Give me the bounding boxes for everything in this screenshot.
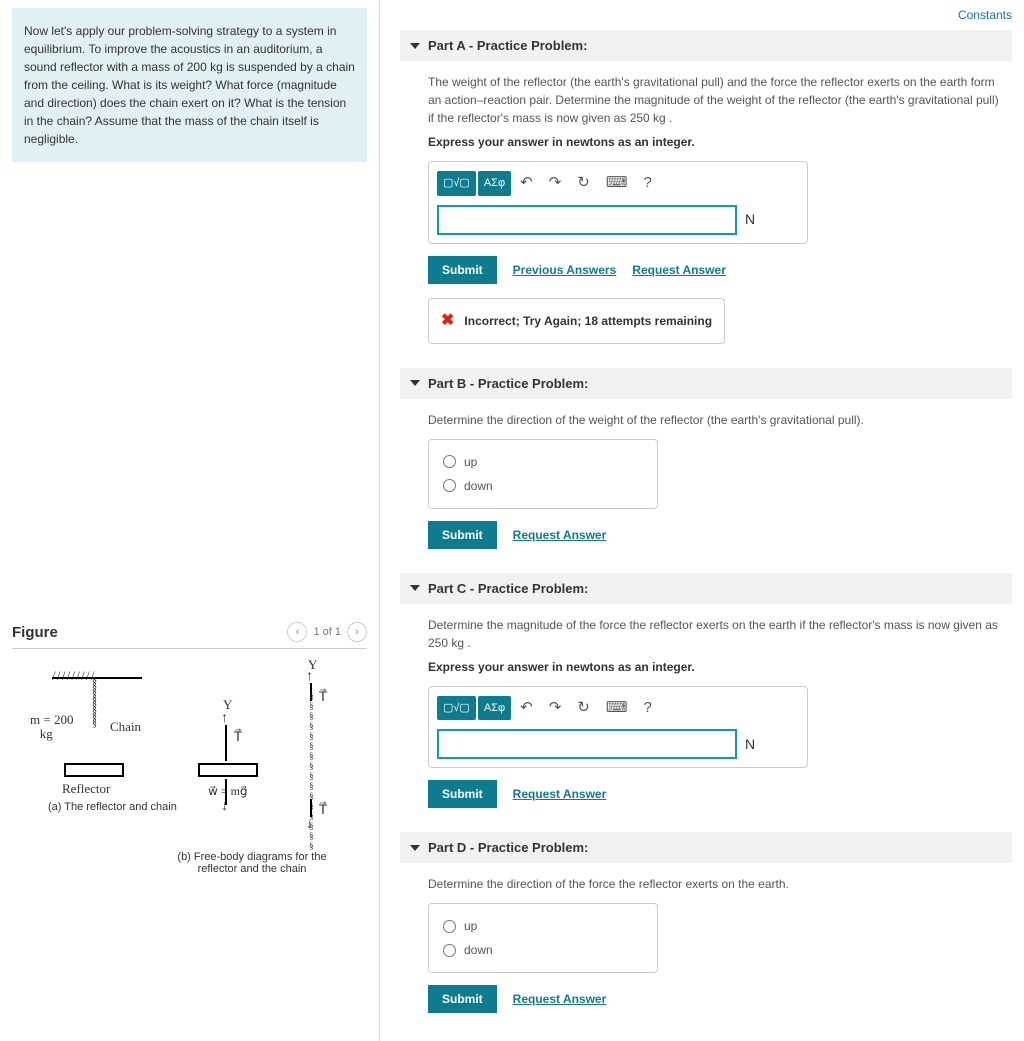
pager-prev[interactable]: ‹ xyxy=(287,622,307,642)
reset-icon[interactable]: ↻ xyxy=(570,695,597,722)
figure-diagram: / / / / / / / / / §§§§§§§§ m = 200 kg Ch… xyxy=(12,659,352,879)
answer-toolbar: ▢√▢ ΑΣφ ↶ ↷ ↻ ⌨︎ ? xyxy=(437,695,799,722)
radio-up[interactable] xyxy=(443,920,456,933)
redo-icon[interactable]: ↷ xyxy=(542,170,569,197)
incorrect-icon: ✖ xyxy=(441,309,454,333)
part-a-input[interactable] xyxy=(437,205,737,235)
part-b-request-answer[interactable]: Request Answer xyxy=(513,526,607,544)
part-a-request-answer[interactable]: Request Answer xyxy=(632,261,726,279)
part-c-unit: N xyxy=(745,734,755,755)
part-a-previous-answers[interactable]: Previous Answers xyxy=(513,261,617,279)
pager-next[interactable]: › xyxy=(347,622,367,642)
part-d-body: Determine the direction of the force the… xyxy=(400,863,1012,1029)
caret-down-icon xyxy=(410,380,420,386)
part-a-desc: The weight of the reflector (the earth's… xyxy=(428,73,1000,127)
pager-text: 1 of 1 xyxy=(313,626,341,638)
part-c-body: Determine the magnitude of the force the… xyxy=(400,604,1012,825)
help-icon[interactable]: ? xyxy=(637,170,659,197)
part-c-input[interactable] xyxy=(437,729,737,759)
problem-text: Now let's apply our problem-solving stra… xyxy=(24,24,355,146)
feedback-text: Incorrect; Try Again; 18 attempts remain… xyxy=(464,312,712,330)
figure-section: Figure ‹ 1 of 1 › / / / / / / / / / §§§§… xyxy=(12,622,367,879)
part-a-feedback: ✖ Incorrect; Try Again; 18 attempts rema… xyxy=(428,298,725,344)
part-a-title: Part A - Practice Problem: xyxy=(428,38,587,53)
math-templates-button[interactable]: ▢√▢ xyxy=(437,696,476,721)
part-c-answer-box: ▢√▢ ΑΣφ ↶ ↷ ↻ ⌨︎ ? N xyxy=(428,686,808,769)
part-c-request-answer[interactable]: Request Answer xyxy=(513,785,607,803)
part-b-header[interactable]: Part B - Practice Problem: xyxy=(400,368,1012,399)
help-icon[interactable]: ? xyxy=(637,695,659,722)
part-c-submit[interactable]: Submit xyxy=(428,780,497,808)
part-d-submit[interactable]: Submit xyxy=(428,985,497,1013)
greek-button[interactable]: ΑΣφ xyxy=(478,696,511,721)
part-a-express: Express your answer in newtons as an int… xyxy=(428,133,1000,151)
greek-button[interactable]: ΑΣφ xyxy=(478,171,511,196)
part-c-header[interactable]: Part C - Practice Problem: xyxy=(400,573,1012,604)
part-a-answer-box: ▢√▢ ΑΣφ ↶ ↷ ↻ ⌨︎ ? N xyxy=(428,161,808,244)
keyboard-icon[interactable]: ⌨︎ xyxy=(599,695,635,722)
part-a-submit[interactable]: Submit xyxy=(428,256,497,284)
radio-up[interactable] xyxy=(443,455,456,468)
part-b-title: Part B - Practice Problem: xyxy=(428,376,588,391)
part-d-opt-down[interactable]: down xyxy=(443,938,643,962)
part-c-express: Express your answer in newtons as an int… xyxy=(428,658,1000,676)
part-b-options: up down xyxy=(428,439,658,509)
part-a-header[interactable]: Part A - Practice Problem: xyxy=(400,30,1012,61)
part-d-options: up down xyxy=(428,903,658,973)
part-a-unit: N xyxy=(745,209,755,230)
part-b-opt-down[interactable]: down xyxy=(443,474,643,498)
radio-down[interactable] xyxy=(443,944,456,957)
math-templates-button[interactable]: ▢√▢ xyxy=(437,171,476,196)
right-column: Constants Part A - Practice Problem: The… xyxy=(380,0,1024,1041)
part-d-desc: Determine the direction of the force the… xyxy=(428,875,1000,893)
part-b-body: Determine the direction of the weight of… xyxy=(400,399,1012,565)
part-d-title: Part D - Practice Problem: xyxy=(428,840,588,855)
figure-pager: ‹ 1 of 1 › xyxy=(287,622,367,642)
constants-link[interactable]: Constants xyxy=(958,8,1012,22)
radio-down[interactable] xyxy=(443,479,456,492)
caret-down-icon xyxy=(410,585,420,591)
reset-icon[interactable]: ↻ xyxy=(570,170,597,197)
part-c-title: Part C - Practice Problem: xyxy=(428,581,588,596)
caret-down-icon xyxy=(410,845,420,851)
keyboard-icon[interactable]: ⌨︎ xyxy=(599,170,635,197)
figure-title: Figure xyxy=(12,624,58,641)
problem-statement: Now let's apply our problem-solving stra… xyxy=(12,8,367,162)
part-c-desc: Determine the magnitude of the force the… xyxy=(428,616,1000,652)
undo-icon[interactable]: ↶ xyxy=(513,695,540,722)
caret-down-icon xyxy=(410,43,420,49)
redo-icon[interactable]: ↷ xyxy=(542,695,569,722)
undo-icon[interactable]: ↶ xyxy=(513,170,540,197)
part-b-opt-up[interactable]: up xyxy=(443,450,643,474)
part-d-opt-up[interactable]: up xyxy=(443,914,643,938)
part-a-body: The weight of the reflector (the earth's… xyxy=(400,61,1012,360)
left-column: Now let's apply our problem-solving stra… xyxy=(0,0,380,1041)
part-d-header[interactable]: Part D - Practice Problem: xyxy=(400,832,1012,863)
part-b-submit[interactable]: Submit xyxy=(428,521,497,549)
part-d-request-answer[interactable]: Request Answer xyxy=(513,990,607,1008)
part-b-desc: Determine the direction of the weight of… xyxy=(428,411,1000,429)
answer-toolbar: ▢√▢ ΑΣφ ↶ ↷ ↻ ⌨︎ ? xyxy=(437,170,799,197)
